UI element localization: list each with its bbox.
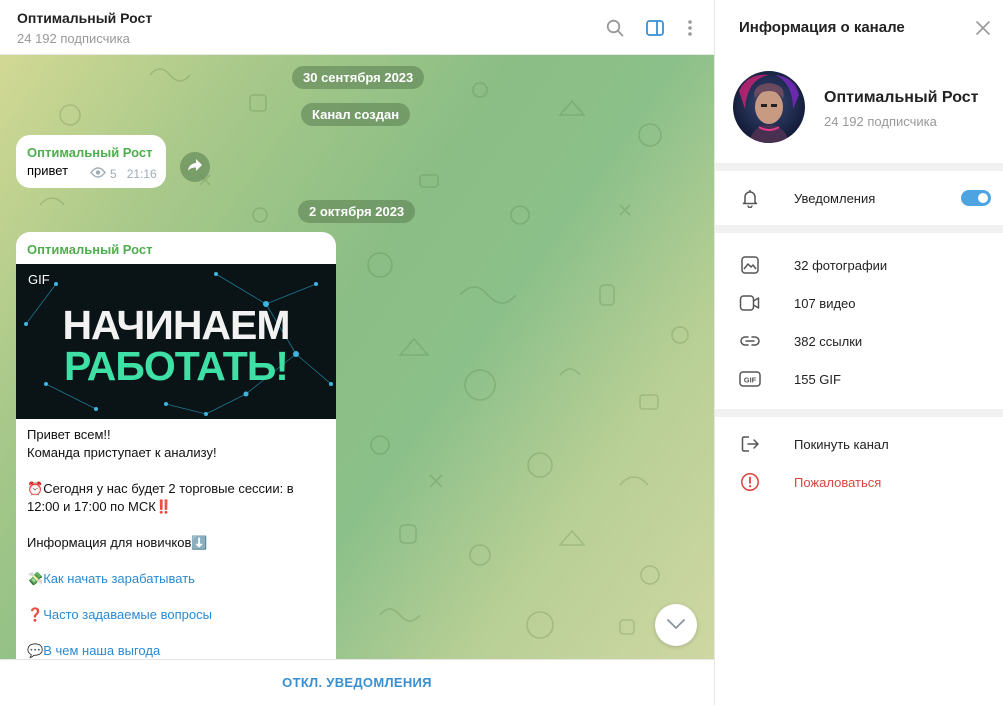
date-separator: 30 сентября 2023 (292, 66, 425, 89)
message-author[interactable]: Оптимальный Рост (27, 145, 153, 160)
share-arrow-icon (187, 158, 203, 177)
gif-headline-1: НАЧИНАЕМ (62, 302, 290, 348)
chat-background[interactable]: 30 сентября 2023 Канал создан Оптимальны… (0, 55, 714, 659)
leave-channel-row[interactable]: Покинуть канал (715, 426, 1003, 462)
video-icon (739, 292, 761, 314)
search-icon[interactable] (603, 16, 627, 40)
text-line: Информация для новичков⬇️ (27, 535, 208, 550)
notifications-row[interactable]: Уведомления (715, 180, 1003, 216)
link-start-earning[interactable]: 💸Как начать зарабатывать (27, 570, 327, 588)
section-divider (715, 409, 1003, 417)
more-vertical-icon[interactable] (678, 16, 702, 40)
notifications-toggle[interactable] (961, 190, 991, 206)
text-line: ⏰Сегодня у нас будет 2 торговые сессии: … (27, 481, 294, 514)
view-count: 5 (110, 167, 117, 181)
media-videos-row[interactable]: 107 видео (715, 285, 1003, 321)
notifications-label: Уведомления (794, 190, 876, 206)
channel-info-panel: Информация о канале Оптимальный Рост 24 … (714, 0, 1003, 705)
message-bubble[interactable]: Оптимальный Рост привет 5 21:16 (16, 135, 166, 188)
message-time: 21:16 (126, 167, 157, 181)
chevron-down-icon (667, 616, 685, 634)
gif-icon: GIF (739, 368, 761, 390)
alarm-clock-emoji: ⏰ (27, 481, 44, 496)
mute-notifications-button[interactable]: ОТКЛ. УВЕДОМЛЕНИЯ (282, 675, 432, 690)
videos-count: 107 видео (794, 295, 856, 311)
text-line: Привет всем!! (27, 427, 111, 442)
channel-subscribers: 24 192 подписчика (824, 114, 937, 129)
media-links-row[interactable]: 382 ссылки (715, 323, 1003, 359)
text-line: Команда приступает к анализу! (27, 445, 217, 460)
leave-icon (739, 433, 761, 455)
sidebar-panel-icon[interactable] (643, 16, 667, 40)
svg-text:GIF: GIF (744, 376, 757, 385)
chat-subscribers: 24 192 подписчика (17, 31, 130, 46)
report-row[interactable]: Пожаловаться (715, 464, 1003, 500)
message-bubble[interactable]: Оптимальный Рост GIF НАЧИНАЕМ РАБОТАТЬ! … (16, 232, 336, 659)
photo-icon (739, 254, 761, 276)
message-meta: 5 21:16 (90, 167, 157, 181)
photos-count: 32 фотографии (794, 257, 888, 273)
scroll-down-button[interactable] (655, 604, 697, 646)
gif-headline-2: РАБОТАТЬ! (64, 343, 289, 389)
report-label: Пожаловаться (794, 474, 882, 490)
channel-name: Оптимальный Рост (824, 89, 979, 106)
money-emoji: 💸 (27, 571, 44, 586)
media-gifs-row[interactable]: GIF 155 GIF (715, 361, 1003, 397)
close-icon[interactable] (974, 19, 992, 37)
speech-bubble-emoji: 💬 (27, 643, 44, 658)
eye-icon (90, 167, 106, 181)
leave-channel-label: Покинуть канал (794, 436, 889, 452)
media-photos-row[interactable]: 32 фотографии (715, 247, 1003, 283)
links-count: 382 ссылки (794, 333, 863, 349)
service-message: Канал создан (301, 103, 411, 126)
chat-title[interactable]: Оптимальный Рост (17, 10, 152, 26)
link-faq[interactable]: ❓Часто задаваемые вопросы (27, 606, 327, 624)
message-author[interactable]: Оптимальный Рост (27, 242, 153, 257)
double-exclamation-emoji: ‼️ (155, 499, 173, 514)
link-icon (739, 330, 761, 352)
message-text: привет (27, 163, 69, 178)
share-button[interactable] (180, 152, 210, 182)
section-divider (715, 225, 1003, 233)
chat-column: Оптимальный Рост 24 192 подписчика 30 се… (0, 0, 714, 705)
gifs-count: 155 GIF (794, 371, 841, 387)
message-text: Привет всем!! Команда приступает к анали… (27, 426, 327, 659)
bell-icon (739, 187, 761, 209)
info-panel-title: Информация о канале (739, 19, 905, 36)
chat-header: Оптимальный Рост 24 192 подписчика (0, 0, 714, 55)
bottom-bar: ОТКЛ. УВЕДОМЛЕНИЯ (0, 659, 714, 705)
avatar[interactable] (733, 71, 805, 143)
link-our-benefit[interactable]: 💬В чем наша выгода (27, 642, 327, 659)
section-divider (715, 163, 1003, 171)
question-emoji: ❓ (27, 607, 44, 622)
warning-icon (739, 471, 761, 493)
gif-badge: GIF (28, 272, 50, 287)
date-separator: 2 октября 2023 (298, 200, 416, 223)
down-arrow-emoji: ⬇️ (191, 535, 208, 550)
gif-media[interactable]: GIF НАЧИНАЕМ РАБОТАТЬ! (16, 264, 336, 419)
